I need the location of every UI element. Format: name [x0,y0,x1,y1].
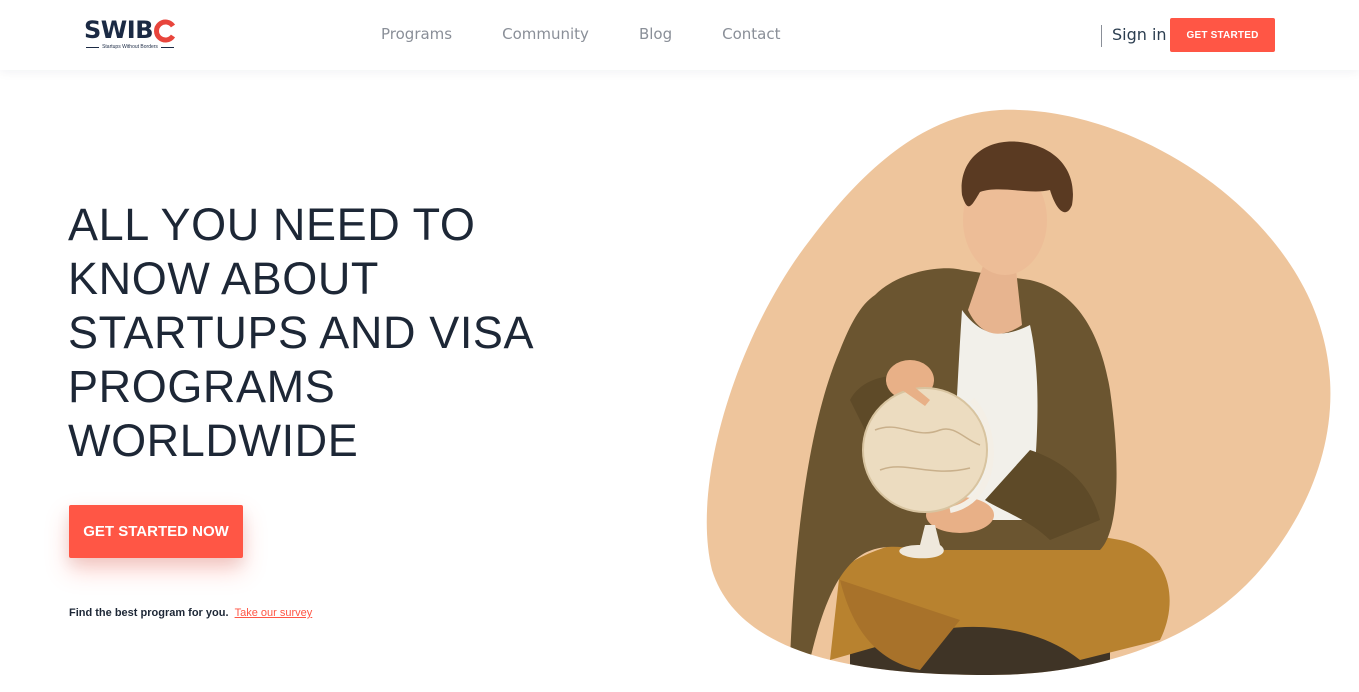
hero-title: ALL YOU NEED TO KNOW ABOUT STARTUPS AND … [68,198,588,468]
main-nav: Programs Community Blog Contact [381,24,830,44]
man-with-globe-photo [706,109,1331,676]
survey-prompt: Find the best program for you. Take our … [69,606,312,620]
logo-wordmark: SWIB [84,16,153,44]
survey-link[interactable]: Take our survey [235,607,313,619]
nav-programs[interactable]: Programs [381,24,452,44]
nav-contact[interactable]: Contact [722,24,780,44]
hero-title-line: PROGRAMS [68,361,336,412]
nav-community[interactable]: Community [502,24,589,44]
nav-blog[interactable]: Blog [639,24,672,44]
site-header: SWIB Startups Without Borders Programs C… [0,0,1359,70]
hero-title-line: KNOW ABOUT [68,253,380,304]
sign-in-link[interactable]: Sign in [1112,25,1167,45]
logo-c-mark-icon [154,19,176,43]
get-started-now-button[interactable]: GET STARTED NOW [69,505,243,558]
nav-divider [1101,25,1102,47]
logo-tagline: Startups Without Borders [86,43,175,51]
get-started-button[interactable]: GET STARTED [1170,18,1275,52]
logo-tagline-text: Startups Without Borders [102,44,158,50]
logo[interactable]: SWIB Startups Without Borders [84,16,184,56]
hero-title-line: STARTUPS AND VISA [68,307,535,358]
survey-text: Find the best program for you. [69,607,229,619]
hero-title-line: ALL YOU NEED TO [68,199,476,250]
hero-title-line: WORLDWIDE [68,415,359,466]
